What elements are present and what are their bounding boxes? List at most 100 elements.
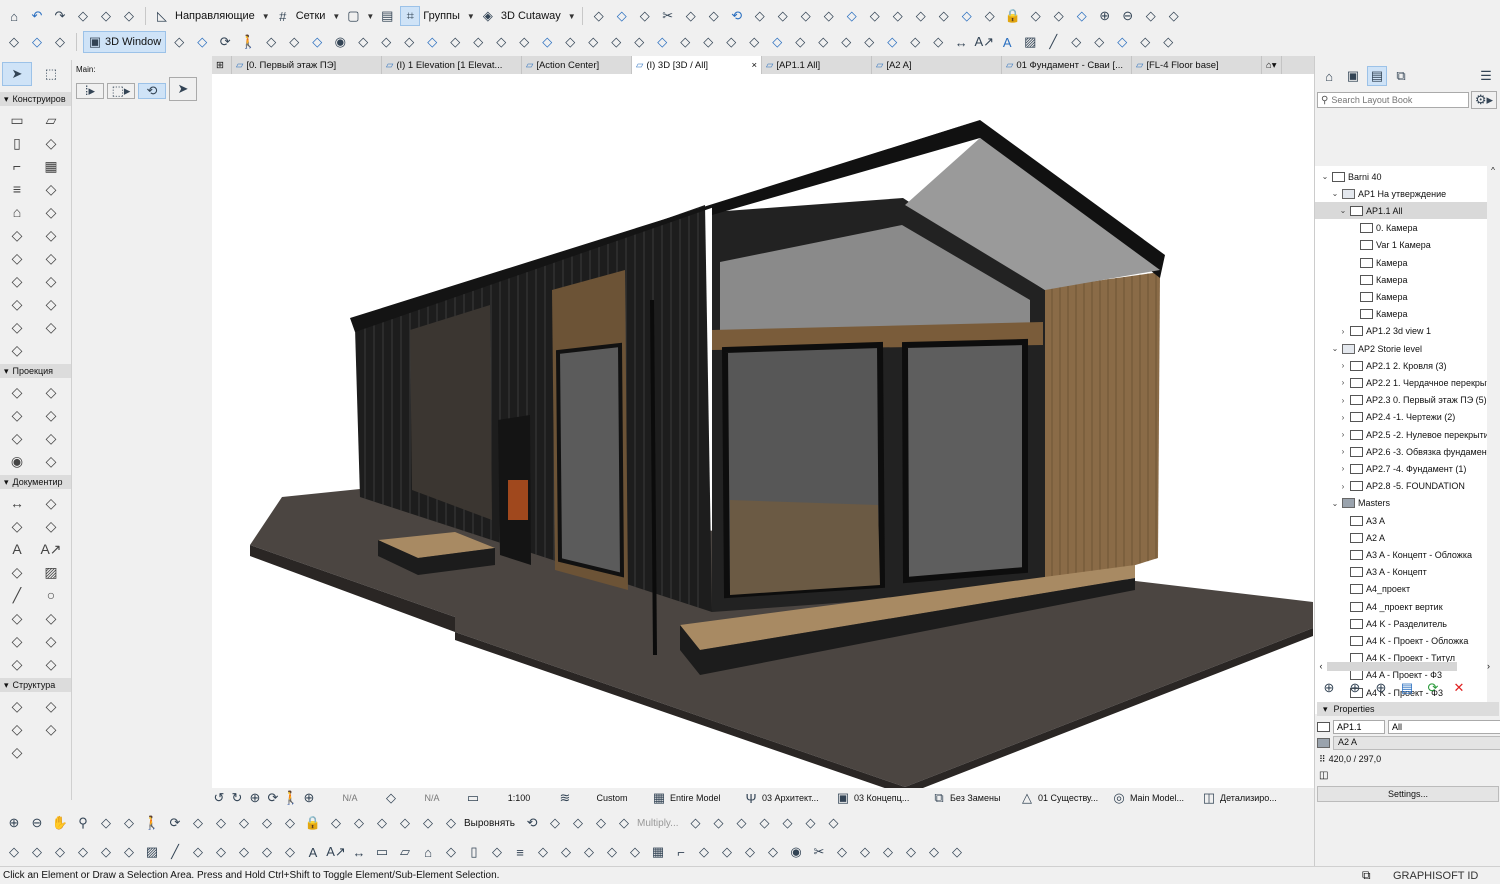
hotspot-icon[interactable]: ◇ (1066, 32, 1086, 52)
car-icon[interactable]: ◇ (947, 842, 967, 862)
chevron-icon[interactable]: ⌄ (1331, 344, 1339, 353)
publisher-icon[interactable]: ⧉ (1391, 66, 1411, 86)
angle-dim-tool-icon[interactable]: ◇ (36, 516, 66, 536)
parallel-icon[interactable]: ◇ (169, 32, 189, 52)
intersect-icon[interactable]: ◇ (911, 6, 931, 26)
stair-tool-icon[interactable]: ≡ (2, 179, 32, 199)
polyline-tool-icon[interactable]: ◇ (2, 608, 32, 628)
hotspot-icon[interactable]: ◇ (257, 842, 277, 862)
solid-ops-icon[interactable]: ◇ (957, 6, 977, 26)
navigator-icon[interactable]: ◇ (4, 32, 24, 52)
slab-tool-icon[interactable]: ▱ (36, 110, 66, 130)
corner-window-icon[interactable]: ◇ (928, 32, 948, 52)
layout-icon[interactable]: ◇ (119, 842, 139, 862)
teamwork-icon[interactable]: ◇ (1164, 6, 1184, 26)
chevron-icon[interactable]: › (1339, 378, 1347, 387)
morph-icon[interactable]: ◇ (744, 32, 764, 52)
scale-value[interactable]: 1:100 (484, 793, 554, 803)
gear-icon[interactable]: ⚙▸ (1471, 91, 1497, 109)
tree-item[interactable]: Камера (1315, 254, 1487, 271)
orbit-icon[interactable]: ⟳ (165, 813, 185, 833)
structure-display[interactable]: Entire Model (670, 793, 740, 803)
shell-struct-tool-icon[interactable]: ◇ (2, 742, 32, 762)
door-icon[interactable]: ⌐ (671, 842, 691, 862)
column-struct-tool-icon[interactable]: ◇ (36, 696, 66, 716)
tab-master[interactable]: ▱ [A2 A] (872, 56, 1002, 74)
elevation-icon[interactable]: ◇ (50, 842, 70, 862)
object-tool-icon[interactable]: ◇ (36, 271, 66, 291)
curtain-wall-icon[interactable]: ◇ (721, 32, 741, 52)
adjust-icon[interactable]: ◇ (709, 813, 729, 833)
column-2-tool-icon[interactable]: ◇ (2, 340, 32, 360)
column-tool-icon[interactable]: ◇ (606, 32, 626, 52)
adjust-icon[interactable]: ◇ (865, 6, 885, 26)
zoom-icon[interactable]: ⚲ (73, 813, 93, 833)
zoom-in-icon[interactable]: ⊕ (1095, 6, 1115, 26)
tree-item[interactable]: 0. Камера (1315, 220, 1487, 237)
tree-item[interactable]: A3 A - Концепт (1315, 564, 1487, 581)
tab-3d-view[interactable]: ▱ (I) 3D [3D / All] × (632, 56, 762, 74)
tree-item[interactable]: › AP1.2 3d view 1 (1315, 323, 1487, 340)
tree-item[interactable]: ⌄ AP1.1 All (1315, 202, 1487, 220)
layout-grid-icon[interactable]: ◫ (1319, 770, 1328, 781)
tree-item[interactable]: › AP2.6 -3. Обвязка фундамента (1315, 443, 1487, 460)
chevron-icon[interactable]: ⌄ (1331, 499, 1339, 508)
text-icon[interactable]: A (997, 32, 1017, 52)
grid-snap-icon[interactable]: ◇ (188, 813, 208, 833)
arc-icon[interactable]: ◇ (234, 842, 254, 862)
curtain-wall-icon[interactable]: ◇ (717, 842, 737, 862)
walk-icon[interactable]: 🚶 (238, 32, 258, 52)
polyline-icon[interactable]: ◇ (188, 842, 208, 862)
fillet-icon[interactable]: ◇ (888, 6, 908, 26)
suspend-groups-icon[interactable]: ◇ (589, 6, 609, 26)
quick-selection-icon[interactable]: ⟲ (138, 83, 166, 99)
camera-icon[interactable]: ◉ (330, 32, 350, 52)
skylight-tool-icon[interactable]: ◇ (2, 248, 32, 268)
stair-tool-icon[interactable]: ◇ (675, 32, 695, 52)
zone-icon[interactable]: ◇ (602, 842, 622, 862)
radial-dim-tool-icon[interactable]: ◇ (2, 516, 32, 536)
model-view-options[interactable]: 03 Концепц... (854, 793, 928, 803)
line-icon[interactable]: ╱ (165, 842, 185, 862)
column-tool-icon[interactable]: ▯ (2, 133, 32, 153)
gravity-icon[interactable]: ◇ (280, 813, 300, 833)
arrow-select-icon[interactable]: ➤ (2, 62, 32, 86)
fill-icon[interactable]: ▨ (142, 842, 162, 862)
render-icon[interactable]: ◇ (422, 32, 442, 52)
perspective-icon[interactable]: ◇ (192, 32, 212, 52)
wall-tool-icon[interactable]: ▭ (2, 110, 32, 130)
new-master-icon[interactable]: ⊕ (1345, 678, 1365, 698)
search-field[interactable]: ⚲ (1317, 92, 1469, 108)
drag-icon[interactable]: ◇ (750, 6, 770, 26)
interior-elev-tool-icon[interactable]: ◇ (2, 405, 32, 425)
morph-icon[interactable]: ◇ (579, 842, 599, 862)
chevron-icon[interactable]: ⌄ (1339, 206, 1347, 215)
view-map-icon[interactable]: ▣ (1343, 66, 1363, 86)
offset-icon[interactable]: ◇ (773, 6, 793, 26)
roof-trim-icon[interactable]: ◇ (934, 6, 954, 26)
snap-points-icon[interactable]: ◇ (257, 813, 277, 833)
explore-icon[interactable]: ◇ (261, 32, 281, 52)
eyedropper-icon[interactable]: ◇ (96, 6, 116, 26)
ceiling-tool-icon[interactable]: ◇ (36, 294, 66, 314)
floor-plan-icon[interactable]: ◇ (4, 842, 24, 862)
scale-icon[interactable]: ▭ (466, 788, 480, 808)
tree-item[interactable]: A4 _проект вертик (1315, 598, 1487, 615)
tree-item[interactable]: Камера (1315, 271, 1487, 288)
tab-detail[interactable]: ▱ [FL-4 Floor base] (1132, 56, 1262, 74)
elevation-tool-icon[interactable]: ◇ (36, 382, 66, 402)
beam-icon[interactable]: ◇ (487, 842, 507, 862)
search-input[interactable] (1331, 95, 1462, 105)
layer-combo[interactable]: Custom (576, 793, 648, 803)
properties-header[interactable]: ▾ Properties (1317, 702, 1499, 716)
tab-overview-icon[interactable]: ⊞ (212, 56, 232, 74)
align-button[interactable]: Выровнять (464, 818, 515, 829)
roof-tool-icon[interactable]: ◇ (629, 32, 649, 52)
explore-icon[interactable]: ◇ (824, 813, 844, 833)
section-icon[interactable]: ◇ (27, 842, 47, 862)
opening-icon[interactable]: ◇ (740, 842, 760, 862)
zone-tool-icon[interactable]: ◇ (2, 294, 32, 314)
wall-tool-icon[interactable]: ◇ (537, 32, 557, 52)
renovation-icon[interactable]: ▢ (343, 6, 363, 26)
grids-icon[interactable]: # (273, 6, 293, 26)
